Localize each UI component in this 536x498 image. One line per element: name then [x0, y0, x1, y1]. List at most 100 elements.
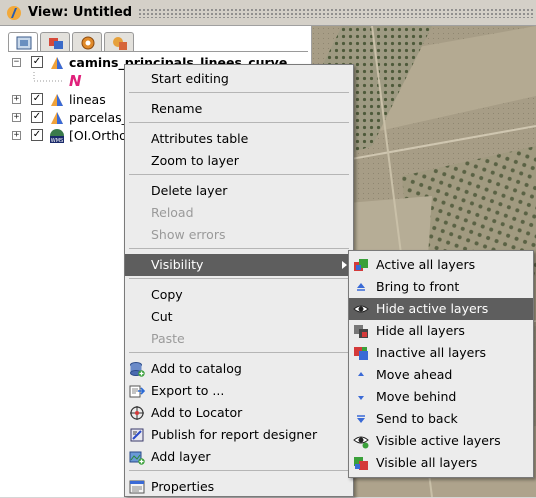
tab-layers[interactable] [8, 32, 38, 52]
menu-item-label: Reload [151, 205, 194, 220]
menu-item-rename[interactable]: Rename [125, 98, 353, 120]
layer-visibility-checkbox[interactable]: ✓ [31, 129, 43, 141]
menu-item-reload[interactable]: Reload [125, 202, 353, 224]
menu-item-copy[interactable]: Copy [125, 284, 353, 306]
tab-sources[interactable] [40, 32, 70, 52]
layer-visibility-checkbox[interactable]: ✓ [31, 93, 43, 105]
submenu-item-label: Bring to front [376, 279, 460, 294]
menu-item-zoom-to-layer[interactable]: Zoom to layer [125, 150, 353, 172]
eye-hide-icon [353, 305, 369, 313]
move-behind-icon [358, 396, 364, 400]
menu-item-label: Copy [151, 287, 183, 302]
layer-visibility-checkbox[interactable]: ✓ [31, 56, 43, 68]
svg-text:WMS: WMS [51, 138, 63, 144]
menu-item-properties[interactable]: Properties [125, 476, 353, 498]
layer-name: lineas [69, 92, 106, 107]
menu-item-add-layer[interactable]: Add layer [125, 446, 353, 468]
layer-context-menu: Start editing Rename Attributes table Zo… [124, 64, 354, 497]
menu-item-cut[interactable]: Cut [125, 306, 353, 328]
window-title: View: Untitled [28, 5, 133, 20]
vector-layer-icon [51, 57, 63, 69]
sources-tab-icon [49, 38, 63, 49]
menu-item-delete-layer[interactable]: Delete layer [125, 180, 353, 202]
submenu-item-label: Active all layers [376, 257, 476, 272]
layers-visible-icon [354, 457, 368, 470]
layer-visibility-checkbox[interactable]: ✓ [31, 111, 43, 123]
selection-tab-icon [81, 36, 95, 50]
menu-item-label: Attributes table [151, 131, 249, 146]
send-back-icon [357, 415, 365, 423]
menu-item-label: Start editing [151, 71, 229, 86]
expand-toggle[interactable]: + [12, 113, 21, 122]
menu-item-visibility[interactable]: Visibility [125, 254, 353, 276]
menu-separator [129, 278, 349, 279]
layers-tab-icon [16, 36, 32, 50]
submenu-item-active-all-layers[interactable]: Active all layers [349, 254, 533, 276]
titlebar-grip [138, 8, 534, 18]
add-layer-icon [129, 451, 145, 465]
menu-item-attributes-table[interactable]: Attributes table [125, 128, 353, 150]
vector-layer-icon [51, 94, 63, 106]
submenu-item-move-ahead[interactable]: Move ahead [349, 364, 533, 386]
app-icon [7, 6, 21, 20]
submenu-item-visible-all-layers[interactable]: Visible all layers [349, 452, 533, 474]
submenu-item-inactive-all-layers[interactable]: Inactive all layers [349, 342, 533, 364]
tree-connector [33, 72, 64, 82]
menu-item-label: Cut [151, 309, 173, 324]
window-titlebar[interactable]: View: Untitled [0, 0, 536, 26]
menu-item-label: Properties [151, 479, 215, 494]
menu-item-show-errors[interactable]: Show errors [125, 224, 353, 246]
layers-hide-icon [354, 325, 368, 338]
submenu-item-hide-all-layers[interactable]: Hide all layers [349, 320, 533, 342]
menu-separator [129, 352, 349, 353]
menu-item-add-to-locator[interactable]: Add to Locator [125, 402, 353, 424]
submenu-item-label: Visible active layers [376, 433, 501, 448]
overlay-tab-icon [113, 37, 127, 50]
properties-icon [129, 480, 145, 494]
bring-front-icon [357, 283, 365, 291]
wms-layer-icon: WMS [50, 129, 64, 144]
submenu-item-label: Hide all layers [376, 323, 465, 338]
layer-name: [OI.Ortho [69, 128, 127, 143]
menu-item-label: Publish for report designer [151, 427, 318, 442]
export-icon [129, 385, 145, 398]
submenu-item-label: Visible all layers [376, 455, 478, 470]
submenu-item-visible-active-layers[interactable]: Visible active layers [349, 430, 533, 452]
eye-visible-icon [353, 436, 369, 449]
expand-toggle[interactable]: + [12, 95, 21, 104]
layers-inactive-icon [354, 347, 368, 360]
menu-item-label: Show errors [151, 227, 226, 242]
vector-layer-icon [51, 112, 63, 124]
submenu-item-bring-to-front[interactable]: Bring to front [349, 276, 533, 298]
submenu-item-label: Move ahead [376, 367, 453, 382]
tab-divider [8, 51, 308, 52]
menu-item-label: Visibility [151, 257, 204, 272]
menu-item-label: Add layer [151, 449, 211, 464]
expand-toggle[interactable]: + [12, 131, 21, 140]
menu-item-paste[interactable]: Paste [125, 328, 353, 350]
tab-overlay[interactable] [104, 32, 134, 52]
menu-separator [129, 470, 349, 471]
menu-item-label: Rename [151, 101, 203, 116]
legend-line-symbol: N [69, 72, 82, 90]
submenu-item-hide-active-layers[interactable]: Hide active layers [349, 298, 533, 320]
menu-separator [129, 174, 349, 175]
tab-selection[interactable] [72, 32, 102, 52]
locator-icon [130, 406, 144, 420]
menu-item-add-to-catalog[interactable]: Add to catalog [125, 358, 353, 380]
submenu-item-label: Hide active layers [376, 301, 489, 316]
collapse-toggle[interactable]: − [12, 58, 21, 67]
submenu-item-label: Inactive all layers [376, 345, 487, 360]
menu-item-start-editing[interactable]: Start editing [125, 68, 353, 90]
layers-active-icon [354, 259, 368, 271]
menu-item-export-to[interactable]: Export to ... [125, 380, 353, 402]
menu-separator [129, 122, 349, 123]
menu-item-publish-report[interactable]: Publish for report designer [125, 424, 353, 446]
menu-item-label: Export to ... [151, 383, 225, 398]
menu-item-label: Add to catalog [151, 361, 242, 376]
submenu-item-send-to-back[interactable]: Send to back [349, 408, 533, 430]
database-add-icon [130, 362, 145, 377]
menu-item-label: Add to Locator [151, 405, 243, 420]
submenu-item-move-behind[interactable]: Move behind [349, 386, 533, 408]
menu-item-label: Zoom to layer [151, 153, 239, 168]
